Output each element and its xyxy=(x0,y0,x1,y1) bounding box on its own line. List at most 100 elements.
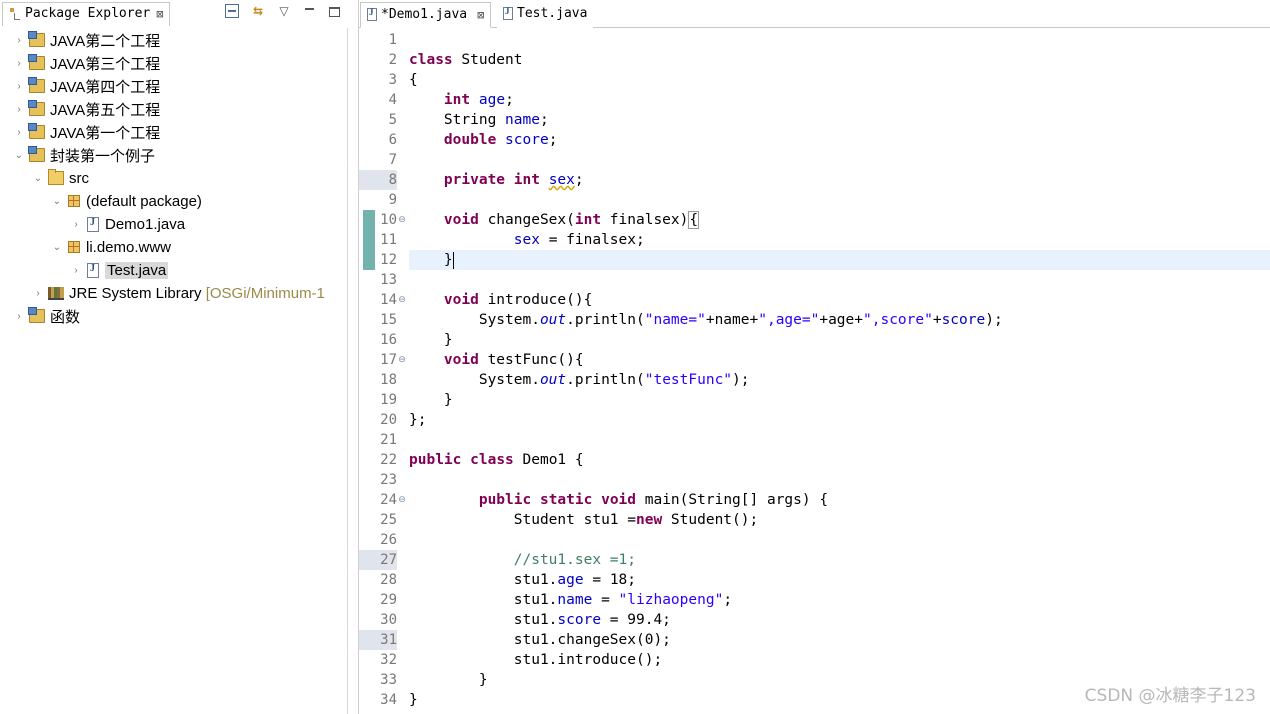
editor-tabbar: *Demo1.java ⊠ Test.java xyxy=(359,0,1270,28)
fold-collapse-icon[interactable]: ⊖ xyxy=(397,290,407,310)
tab-label: Test.java xyxy=(517,6,588,21)
code-text: } xyxy=(409,692,418,708)
tree-item-label: 函数 xyxy=(50,308,81,326)
code-text: = 99.4; xyxy=(601,612,671,628)
line-number: 25 xyxy=(380,512,397,528)
field-name: sex xyxy=(513,232,540,248)
package-icon xyxy=(68,195,80,207)
tree-item-test-java[interactable]: › Test.java xyxy=(69,259,169,281)
tree-item-li-demo-www[interactable]: ⌄ li.demo.www xyxy=(50,236,171,258)
tab-test-java[interactable]: Test.java xyxy=(497,2,594,28)
keyword: new xyxy=(635,512,663,528)
line-number: 11 xyxy=(380,232,397,248)
line-number: 14 xyxy=(380,292,397,308)
code-text: = finalsex; xyxy=(539,232,645,248)
keyword: int xyxy=(574,212,602,228)
expand-icon[interactable]: › xyxy=(12,58,26,69)
code-text: testFunc(){ xyxy=(478,352,584,368)
tree-item-label: Test.java xyxy=(105,261,169,279)
code-text: + xyxy=(932,312,942,328)
view-menu-icon[interactable]: ▽ xyxy=(277,4,291,18)
tree-item-jre-system-library[interactable]: › JRE System Library [OSGi/Minimum-1 xyxy=(31,282,325,304)
code-line: Student stu1 =new Student(); xyxy=(409,510,1270,530)
tree-item-java-project-3[interactable]: › JAVA第三个工程 xyxy=(12,52,160,74)
expand-icon[interactable]: › xyxy=(31,288,45,299)
expand-icon[interactable]: › xyxy=(12,127,26,138)
line-number: 5 xyxy=(388,112,397,128)
code-text-area[interactable]: class Student { int age; String name; do… xyxy=(409,30,1270,714)
tree-item-functions-project[interactable]: › 函数 xyxy=(12,305,80,327)
tree-item-src[interactable]: ⌄ src xyxy=(31,167,89,189)
code-text: changeSex( xyxy=(478,212,575,228)
code-line: public class Demo1 { xyxy=(409,450,1270,470)
source-folder-icon xyxy=(48,169,64,185)
expand-icon[interactable]: › xyxy=(69,265,83,276)
java-file-icon xyxy=(87,216,99,232)
tree-item-java-project-4[interactable]: › JAVA第四个工程 xyxy=(12,75,160,97)
code-line: stu1.changeSex(0); xyxy=(409,630,1270,650)
package-explorer-tab[interactable]: Package Explorer ⊠ xyxy=(2,2,171,26)
line-number: 13 xyxy=(380,272,397,288)
code-line: }; xyxy=(409,410,1270,430)
field-name: score xyxy=(941,312,986,328)
tree-item-default-package[interactable]: ⌄ (default package) xyxy=(50,190,202,212)
collapse-icon[interactable]: ⌄ xyxy=(12,150,26,161)
fold-collapse-icon[interactable]: ⊖ xyxy=(397,350,407,370)
code-line: stu1.name = "lizhaopeng"; xyxy=(409,590,1270,610)
java-file-icon xyxy=(367,7,377,21)
tree-item-java-project-5[interactable]: › JAVA第五个工程 xyxy=(12,98,160,120)
field-name: name xyxy=(505,112,540,128)
line-number: 31 xyxy=(359,630,397,650)
text-caret xyxy=(452,251,454,269)
tree-item-java-project-1[interactable]: › JAVA第一个工程 xyxy=(12,121,160,143)
collapse-all-icon[interactable] xyxy=(225,4,239,18)
expand-icon[interactable]: › xyxy=(12,104,26,115)
expand-icon[interactable]: › xyxy=(12,35,26,46)
tree-item-java-project-2[interactable]: › JAVA第二个工程 xyxy=(12,29,160,51)
code-text: stu1. xyxy=(513,572,558,588)
expand-icon[interactable]: › xyxy=(12,81,26,92)
code-text: Demo1 { xyxy=(513,452,584,468)
code-text: ; xyxy=(539,112,549,128)
code-line: System.out.println("testFunc"); xyxy=(409,370,1270,390)
keyword: private xyxy=(443,172,506,188)
code-line: stu1.score = 99.4; xyxy=(409,610,1270,630)
project-icon xyxy=(28,146,45,162)
tree-item-encapsulation-project[interactable]: ⌄ 封装第一个例子 xyxy=(12,144,155,166)
link-with-editor-icon[interactable]: ⇆ xyxy=(251,4,265,18)
project-icon xyxy=(28,307,45,323)
maximize-icon[interactable] xyxy=(329,7,340,17)
line-number: 19 xyxy=(380,392,397,408)
collapse-icon[interactable]: ⌄ xyxy=(50,196,64,207)
tree-item-demo1-java[interactable]: › Demo1.java xyxy=(69,213,185,235)
line-number: 15 xyxy=(380,312,397,328)
project-icon xyxy=(28,31,45,47)
keyword: void xyxy=(601,492,637,508)
minimize-icon[interactable] xyxy=(303,4,317,18)
line-number: 2 xyxy=(388,52,397,68)
collapse-icon[interactable]: ⌄ xyxy=(31,173,45,184)
fold-collapse-icon[interactable]: ⊖ xyxy=(397,490,407,510)
code-line: stu1.introduce(); xyxy=(409,650,1270,670)
keyword: int xyxy=(513,172,540,188)
explorer-tabbar: Package Explorer ⊠ ⇆ ▽ xyxy=(0,0,348,28)
line-number: 9 xyxy=(388,192,397,208)
tree-item-decoration: [OSGi/Minimum-1 xyxy=(202,285,325,302)
code-text: = xyxy=(592,592,619,608)
fold-collapse-icon[interactable]: ⊖ xyxy=(397,210,407,230)
expand-icon[interactable]: › xyxy=(12,311,26,322)
static-field: out xyxy=(539,372,567,388)
close-icon[interactable]: ⊠ xyxy=(156,6,163,22)
code-text: ); xyxy=(985,312,1003,328)
line-number-ruler[interactable]: 1 2 3 4 5 6 7 8 9 10 11 12 13 14 15 16 1… xyxy=(359,30,407,714)
close-icon[interactable]: ⊠ xyxy=(477,7,484,23)
code-line: void introduce(){ xyxy=(409,290,1270,310)
keyword: double xyxy=(443,132,497,148)
tab-demo1-java[interactable]: *Demo1.java ⊠ xyxy=(360,2,492,28)
tree-item-label: 封装第一个例子 xyxy=(50,147,156,165)
collapse-icon[interactable]: ⌄ xyxy=(50,242,64,253)
code-line: void changeSex(int finalsex){ xyxy=(409,210,1270,230)
comment: //stu1.sex =1; xyxy=(513,552,636,568)
expand-icon[interactable]: › xyxy=(69,219,83,230)
code-text: ; xyxy=(723,592,733,608)
